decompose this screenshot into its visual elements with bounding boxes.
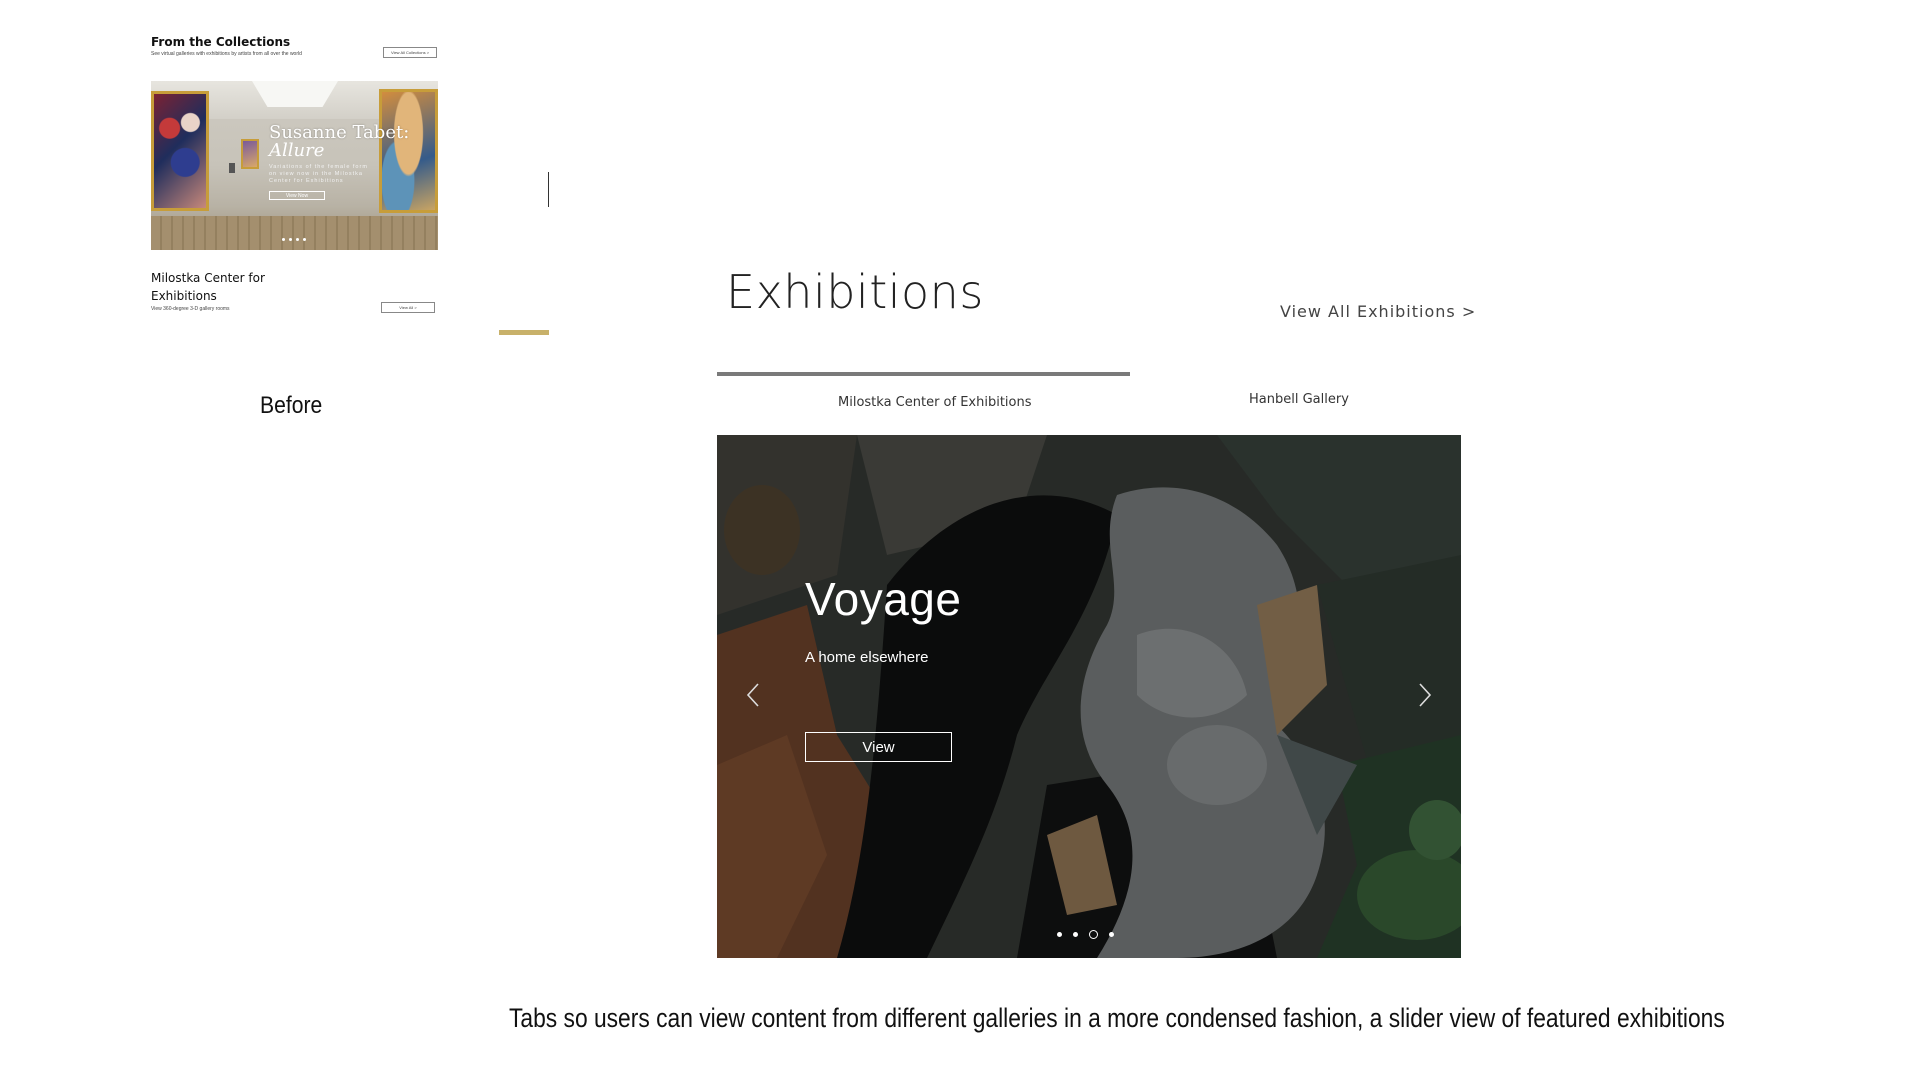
painting-small <box>241 139 259 169</box>
active-tab-indicator <box>717 372 1130 376</box>
before-gallery-subtitle: View 360-degree 3-D gallery rooms <box>151 306 230 312</box>
before-gallery-view-all-button[interactable]: View All > <box>381 302 435 313</box>
chevron-left-icon[interactable] <box>744 681 764 709</box>
before-gallery-title: Milostka Center for Exhibitions <box>151 271 265 303</box>
slider-dot[interactable] <box>1073 932 1078 937</box>
carousel-dot[interactable] <box>289 238 292 241</box>
before-section-subtitle: See virtual galleries with exhibitions b… <box>151 51 302 57</box>
hero-show-name: Allure <box>269 140 325 161</box>
hero-view-now-button[interactable]: View Now <box>269 191 325 200</box>
gallery-floor <box>151 216 438 250</box>
tab-milostka-center[interactable]: Milostka Center of Exhibitions <box>838 395 1032 410</box>
before-section-title: From the Collections <box>151 35 291 49</box>
carousel-dot[interactable] <box>296 238 299 241</box>
view-all-exhibitions-link[interactable]: View All Exhibitions > <box>1280 302 1476 321</box>
slide-view-button[interactable]: View <box>805 732 952 762</box>
page: From the Collections See virtual galleri… <box>0 0 1920 1080</box>
exhibition-slider: Voyage A home elsewhere View <box>717 435 1461 958</box>
before-label: Before <box>260 392 323 419</box>
hero-description: Variations of the female form on view no… <box>269 164 368 184</box>
slider-dot-active[interactable] <box>1089 930 1098 939</box>
chevron-right-icon[interactable] <box>1414 681 1434 709</box>
slider-dot[interactable] <box>1057 932 1062 937</box>
before-carousel-dots <box>282 238 306 241</box>
carousel-dot[interactable] <box>282 238 285 241</box>
gallery-tabs: Milostka Center of Exhibitions Hanbell G… <box>717 372 1461 412</box>
before-hero-image: Susanne Tabet: Allure Variations of the … <box>151 81 438 250</box>
gold-accent-bar <box>499 330 549 335</box>
tab-hanbell-gallery[interactable]: Hanbell Gallery <box>1249 392 1349 407</box>
before-view-all-collections-button[interactable]: View All Collections > <box>383 47 437 58</box>
painting-tiny <box>229 163 235 173</box>
before-hero-text: Susanne Tabet: Allure Variations of the … <box>269 124 409 200</box>
slide-subtitle: A home elsewhere <box>805 649 929 666</box>
exhibitions-title: Exhibitions <box>726 265 984 319</box>
slider-dot[interactable] <box>1109 932 1114 937</box>
text-cursor <box>548 172 549 207</box>
painting-left <box>151 91 209 211</box>
slide-title: Voyage <box>805 573 962 625</box>
slider-pagination-dots <box>1057 930 1114 939</box>
caption: Tabs so users can view content from diff… <box>509 1003 1725 1033</box>
carousel-dot[interactable] <box>303 238 306 241</box>
slide-artwork <box>717 435 1461 958</box>
